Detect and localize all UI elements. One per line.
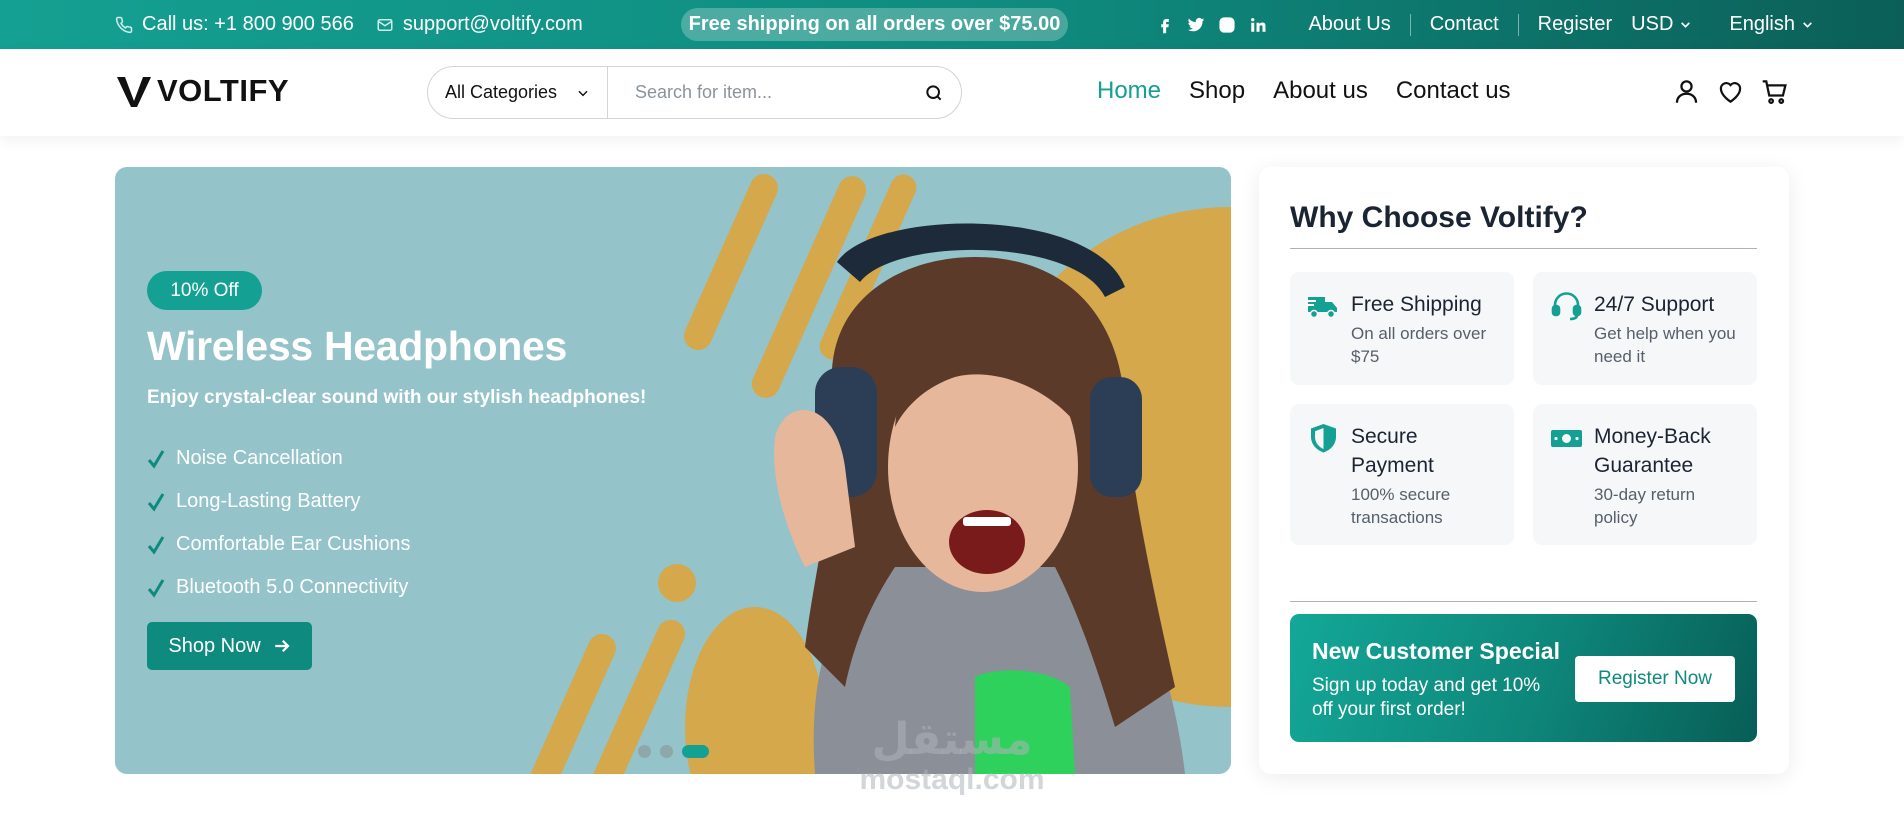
chevron-down-icon [1681,22,1691,28]
heart-icon[interactable] [1717,77,1744,106]
linkedin-icon[interactable] [1248,15,1267,34]
facebook-icon[interactable] [1155,15,1174,34]
main-header: VOLTIFY All Categories Home Shop About u… [0,49,1904,136]
contact-link[interactable]: Contact [1411,13,1518,36]
check-icon [147,535,165,555]
phone-icon [115,16,133,33]
promo-amount: $75.00 [999,13,1061,35]
topbar-contact: Call us: +1 800 900 566 support@voltify.… [115,0,605,49]
card-text: On all orders over $75 [1351,324,1487,366]
logo[interactable]: VOLTIFY [117,73,289,109]
discount-badge: 10% Off [147,271,262,310]
nav-contact-us[interactable]: Contact us [1396,77,1511,105]
feature-card-shipping: Free Shipping On all orders over $75 [1290,272,1514,385]
chevron-down-icon [578,90,588,96]
slider-dot-active[interactable] [682,745,709,758]
chevron-down-icon [1803,22,1812,28]
shield-icon [1311,424,1336,453]
search-input[interactable] [608,67,907,118]
hero-banner: 10% Off Wireless Headphones Enjoy crysta… [115,167,1231,774]
category-select[interactable]: All Categories [428,67,608,118]
money-icon [1551,430,1582,447]
divider [1290,248,1757,249]
search-button[interactable] [907,67,961,118]
free-shipping-banner: Free shipping on all orders over $75.00 [681,8,1068,41]
feature-card-payment: Secure Payment 100% secure transactions [1290,404,1514,545]
currency-dropdown[interactable]: USD [1612,13,1692,36]
card-body: Money-Back Guarantee 30-day return polic… [1594,422,1744,531]
check-icon [147,449,165,469]
feature-card-support: 24/7 Support Get help when you need it [1533,272,1757,385]
card-body: 24/7 Support Get help when you need it [1594,290,1743,371]
user-icon[interactable] [1673,77,1700,106]
feature-item: Bluetooth 5.0 Connectivity [147,566,411,609]
check-icon [147,578,165,598]
feature-label: Noise Cancellation [176,447,343,469]
card-text: 30-day return policy [1594,485,1696,527]
search-bar: All Categories [427,66,962,119]
mail-icon [377,18,393,31]
about-us-link[interactable]: About Us [1289,13,1409,36]
card-title: 24/7 Support [1594,293,1715,316]
language-dropdown[interactable]: English [1692,13,1814,36]
slider-dot[interactable] [638,745,651,758]
language-value: English [1729,13,1795,35]
main-nav: Home Shop About us Contact us [1097,77,1511,105]
feature-item: Noise Cancellation [147,437,411,480]
why-title: Why Choose Voltify? [1290,201,1588,234]
hero-title: Wireless Headphones [147,323,568,369]
feature-label: Long-Lasting Battery [176,490,361,512]
feature-card-money-back: Money-Back Guarantee 30-day return polic… [1533,404,1757,545]
new-customer-banner: New Customer Special Sign up today and g… [1290,614,1757,742]
card-body: Secure Payment 100% secure transactions [1351,422,1461,531]
card-text: 100% secure transactions [1351,485,1451,527]
check-icon [147,492,165,512]
instagram-icon[interactable] [1217,15,1236,34]
card-body: Free Shipping On all orders over $75 [1351,290,1500,371]
cart-icon[interactable] [1761,77,1788,106]
why-choose-panel: Why Choose Voltify? Free Shipping On all… [1259,167,1789,774]
search-icon [926,84,942,100]
top-bar: Call us: +1 800 900 566 support@voltify.… [0,0,1904,49]
twitter-icon[interactable] [1186,15,1205,34]
topbar-right: About Us Contact Register USD English [1155,0,1814,49]
feature-list: Noise Cancellation Long-Lasting Battery … [147,437,411,609]
shop-now-button[interactable]: Shop Now [147,622,312,670]
special-title: New Customer Special [1312,638,1560,664]
feature-item: Comfortable Ear Cushions [147,523,411,566]
card-text: Get help when you need it [1594,324,1736,366]
voltify-logo-icon [117,77,151,107]
logo-text: VOLTIFY [157,73,290,108]
feature-label: Comfortable Ear Cushions [176,533,411,555]
feature-label: Bluetooth 5.0 Connectivity [176,576,409,598]
card-title: Secure Payment [1351,425,1434,477]
shop-now-label: Shop Now [168,634,261,657]
email-text: support@voltify.com [402,13,583,35]
arrow-right-icon [274,639,290,653]
register-link[interactable]: Register [1519,13,1612,36]
header-actions [1673,77,1788,106]
slider-dot[interactable] [660,745,673,758]
category-select-value: All Categories [445,82,558,102]
register-now-button[interactable]: Register Now [1575,656,1735,702]
divider [1290,601,1757,602]
nav-shop[interactable]: Shop [1189,77,1245,105]
truck-icon [1307,297,1337,319]
card-title: Money-Back Guarantee [1594,425,1711,477]
nav-home[interactable]: Home [1097,77,1161,105]
phone-text: Call us: +1 800 900 566 [142,13,354,35]
headset-icon [1551,292,1582,321]
slider-dots [638,745,709,758]
hero-subtitle: Enjoy crystal-clear sound with our styli… [147,387,647,408]
special-text: Sign up today and get 10% off your first… [1312,675,1541,720]
currency-value: USD [1631,13,1674,35]
social-links [1155,15,1267,34]
card-title: Free Shipping [1351,293,1482,316]
email-link[interactable]: support@voltify.com [376,13,583,36]
promo-text: Free shipping on all orders over [688,13,994,35]
feature-item: Long-Lasting Battery [147,480,411,523]
phone-link[interactable]: Call us: +1 800 900 566 [115,13,354,36]
nav-about-us[interactable]: About us [1273,77,1368,105]
